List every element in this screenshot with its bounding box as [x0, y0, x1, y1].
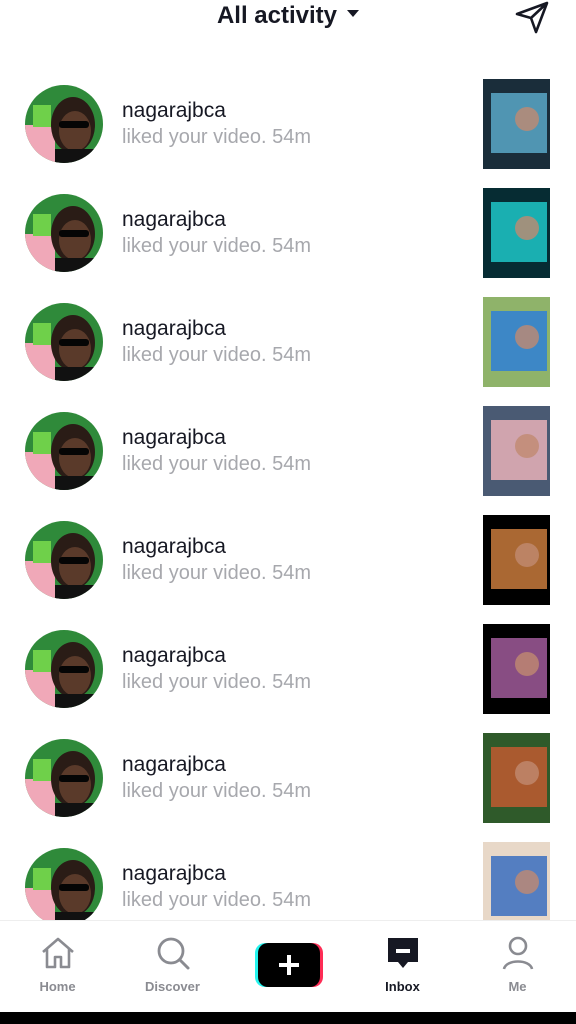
video-thumbnail[interactable]	[483, 733, 550, 823]
tab-inbox[interactable]: Inbox	[345, 921, 460, 1013]
avatar[interactable]	[25, 739, 103, 817]
tab-home[interactable]: Home	[0, 921, 115, 1013]
list-item[interactable]: nagarajbca liked your video. 54m	[0, 620, 576, 729]
username[interactable]: nagarajbca	[122, 535, 226, 559]
tab-discover-label: Discover	[145, 979, 200, 994]
avatar[interactable]	[25, 303, 103, 381]
notification-list: nagarajbca liked your video. 54m nagarajbc…	[0, 75, 576, 920]
send-message-icon[interactable]	[514, 0, 550, 34]
list-item[interactable]: nagarajbca liked your video. 54m	[0, 838, 576, 920]
username[interactable]: nagarajbca	[122, 426, 226, 450]
header: All activity	[0, 0, 576, 40]
activity-text: liked your video. 54m	[122, 235, 311, 257]
tab-me-label: Me	[508, 979, 527, 994]
username[interactable]: nagarajbca	[122, 317, 226, 341]
list-item[interactable]: nagarajbca liked your video. 54m	[0, 75, 576, 184]
avatar[interactable]	[25, 521, 103, 599]
video-thumbnail[interactable]	[483, 624, 550, 714]
create-button[interactable]	[255, 943, 323, 987]
list-item[interactable]: nagarajbca liked your video. 54m	[0, 729, 576, 838]
activity-text: liked your video. 54m	[122, 453, 311, 475]
video-thumbnail[interactable]	[483, 188, 550, 278]
avatar[interactable]	[25, 630, 103, 708]
tab-inbox-label: Inbox	[385, 979, 420, 994]
username[interactable]: nagarajbca	[122, 862, 226, 886]
avatar[interactable]	[25, 412, 103, 490]
list-item[interactable]: nagarajbca liked your video. 54m	[0, 511, 576, 620]
activity-text: liked your video. 54m	[122, 889, 311, 911]
home-icon	[42, 937, 74, 969]
list-item[interactable]: nagarajbca liked your video. 54m	[0, 402, 576, 511]
video-thumbnail[interactable]	[483, 515, 550, 605]
activity-text: liked your video. 54m	[122, 562, 311, 584]
list-item[interactable]: nagarajbca liked your video. 54m	[0, 184, 576, 293]
username[interactable]: nagarajbca	[122, 753, 226, 777]
avatar[interactable]	[25, 194, 103, 272]
video-thumbnail[interactable]	[483, 297, 550, 387]
username[interactable]: nagarajbca	[122, 99, 226, 123]
page-title: All activity	[216, 2, 338, 29]
bottom-tab-bar: Home Discover Inbox Me	[0, 920, 576, 1013]
tab-home-label: Home	[39, 979, 76, 994]
activity-text: liked your video. 54m	[122, 126, 311, 148]
avatar[interactable]	[25, 848, 103, 920]
activity-text: liked your video. 54m	[122, 671, 311, 693]
tab-me[interactable]: Me	[460, 921, 575, 1013]
avatar[interactable]	[25, 85, 103, 163]
system-nav-bar	[0, 1012, 576, 1024]
profile-icon	[502, 936, 534, 970]
search-icon	[157, 937, 190, 970]
activity-filter-dropdown[interactable]: All activity	[0, 2, 576, 30]
tab-discover[interactable]: Discover	[115, 921, 230, 1013]
activity-text: liked your video. 54m	[122, 780, 311, 802]
username[interactable]: nagarajbca	[122, 208, 226, 232]
video-thumbnail[interactable]	[483, 79, 550, 169]
caret-down-icon	[347, 10, 360, 18]
list-item[interactable]: nagarajbca liked your video. 54m	[0, 293, 576, 402]
video-thumbnail[interactable]	[483, 842, 550, 920]
video-thumbnail[interactable]	[483, 406, 550, 496]
activity-text: liked your video. 54m	[122, 344, 311, 366]
username[interactable]: nagarajbca	[122, 644, 226, 668]
inbox-icon	[388, 938, 418, 968]
